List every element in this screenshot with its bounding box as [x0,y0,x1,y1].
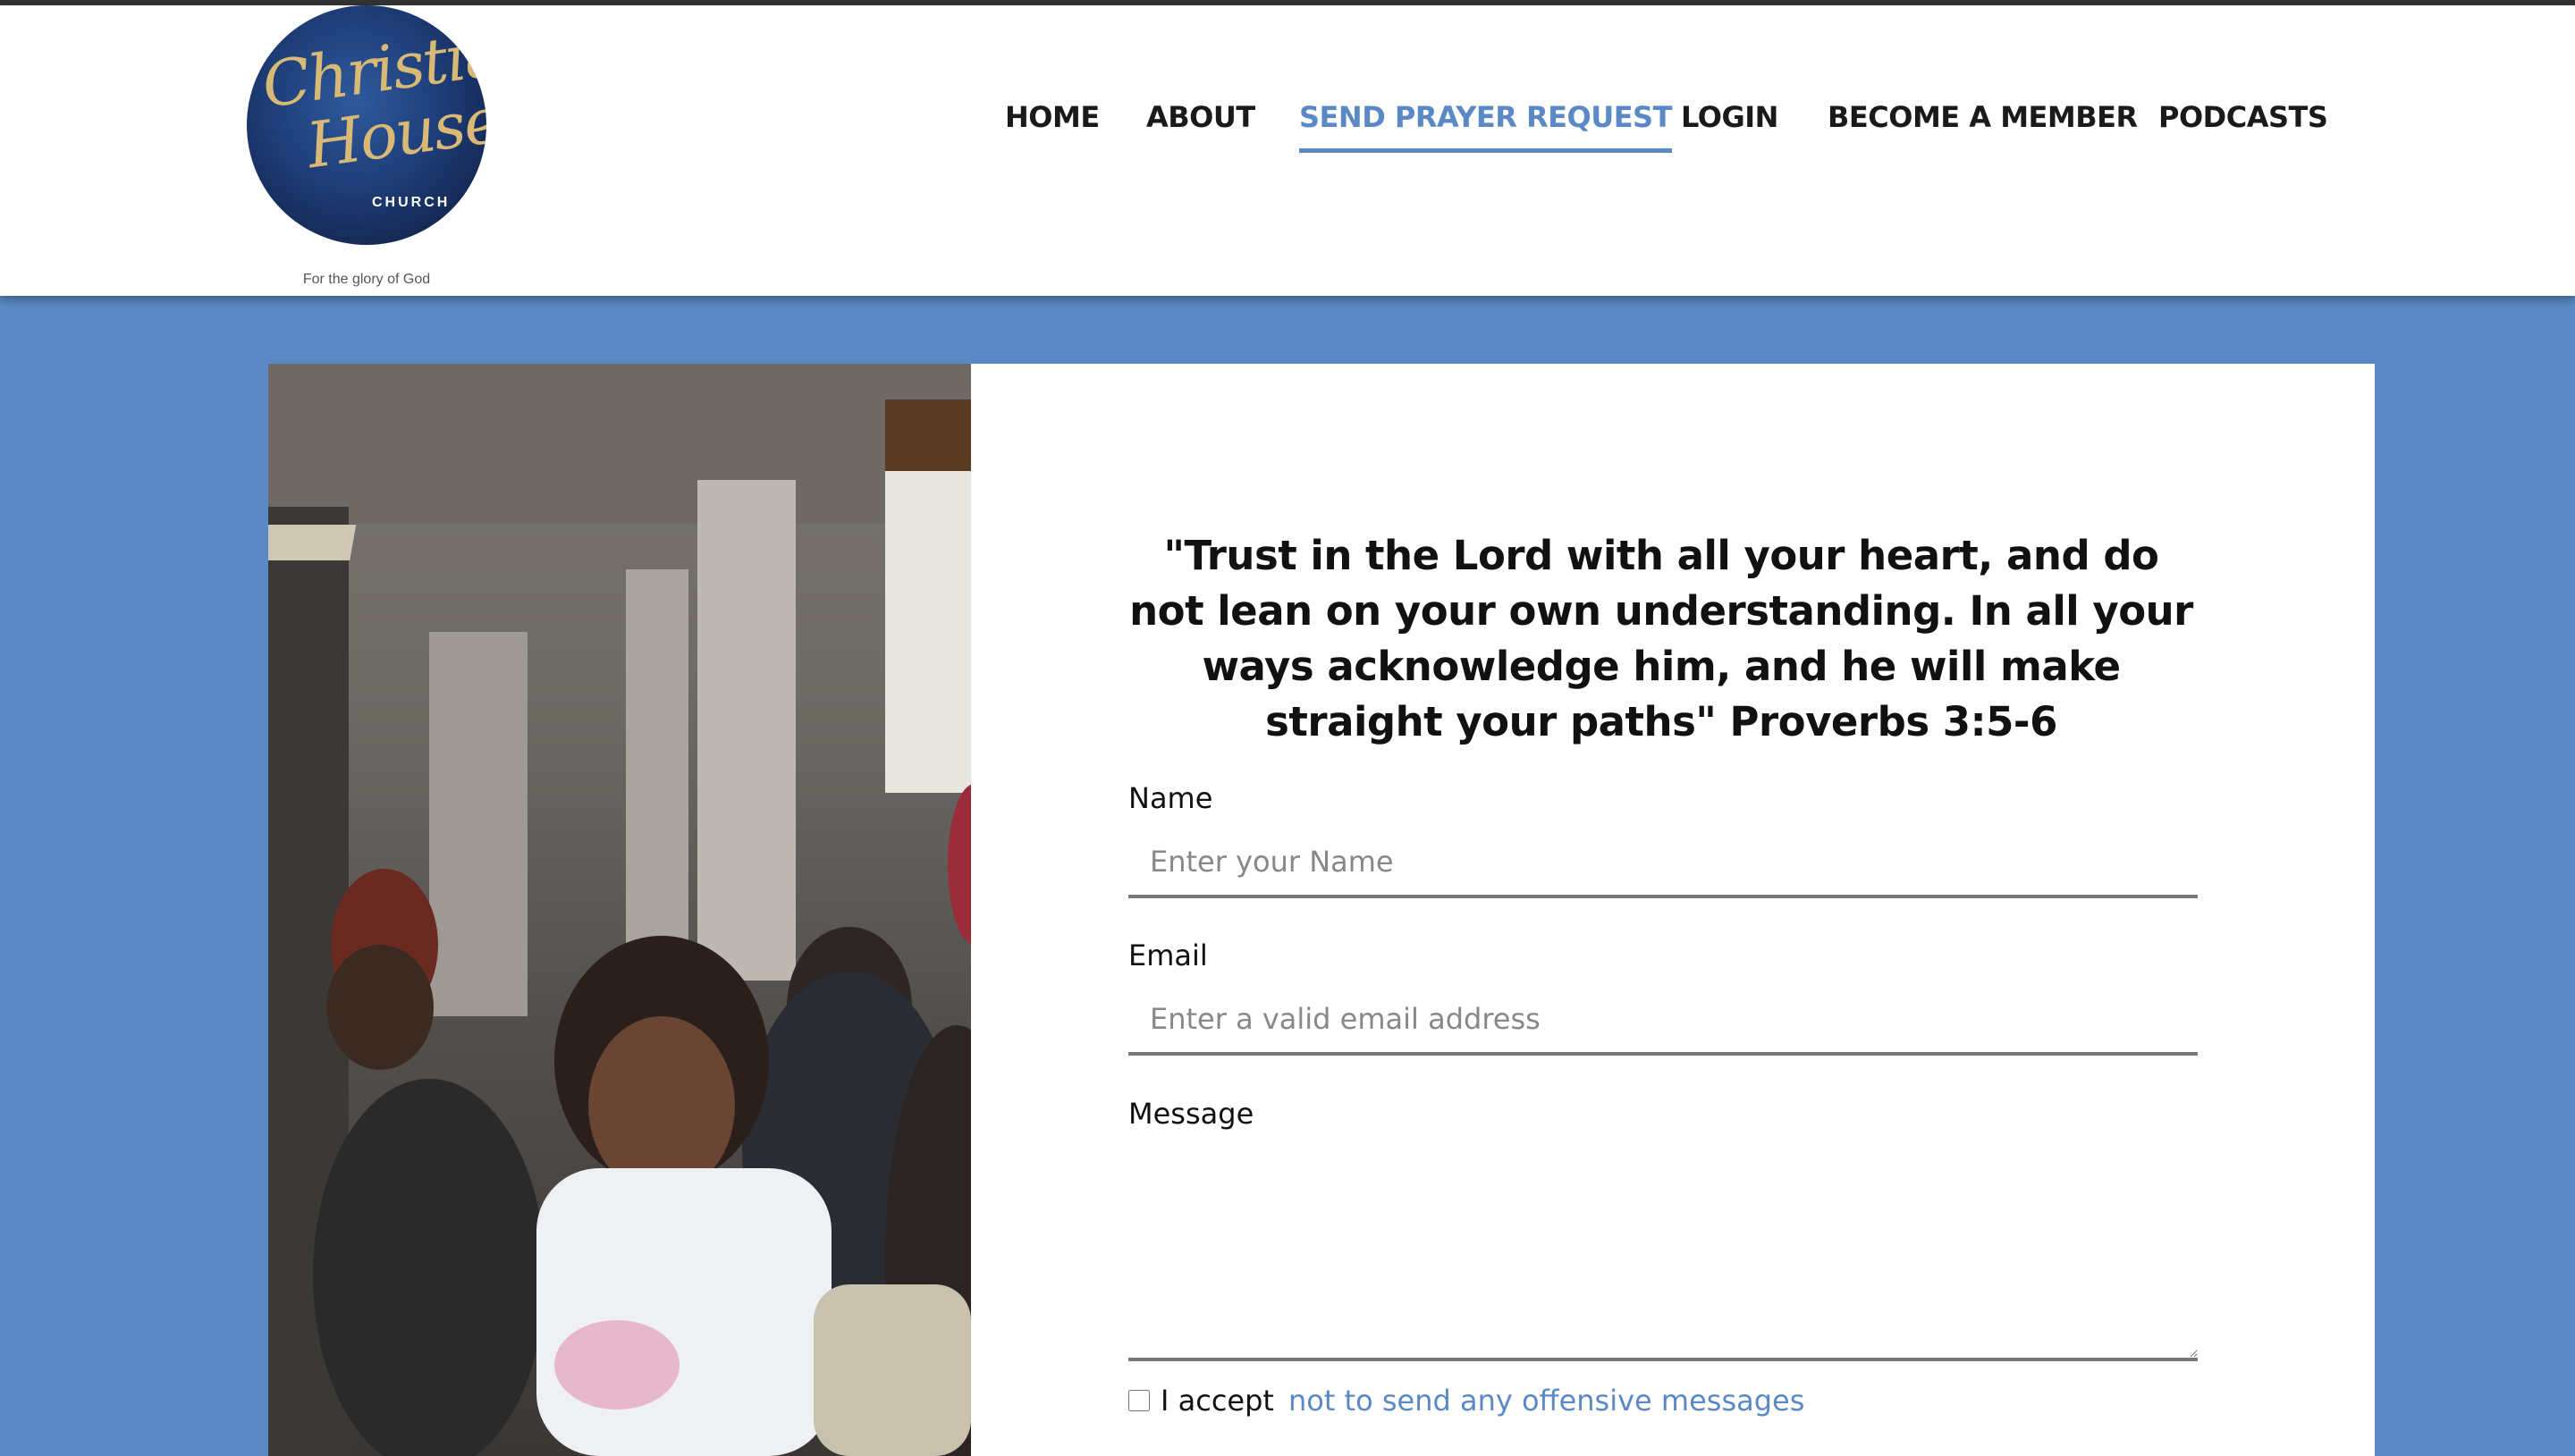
prayer-request-card: "Trust in the Lord with all your heart, … [971,364,2375,1456]
nav-item-become-a-member[interactable]: BECOME A MEMBER [1828,100,2138,134]
name-label: Name [1128,781,1213,815]
email-input[interactable] [1128,986,2198,1056]
church-logo[interactable]: Christian House CHURCH [247,5,486,245]
nav-item-home[interactable]: HOME [1005,100,1100,134]
nav-item-send-prayer-request[interactable]: SEND PRAYER REQUEST [1299,100,1672,153]
message-textarea[interactable] [1128,1150,2198,1361]
name-input[interactable] [1128,829,2198,898]
accept-terms-link[interactable]: not to send any offensive messages [1288,1384,1804,1418]
accept-checkbox[interactable] [1128,1390,1150,1411]
logo-script-text: Christian House [258,11,486,184]
prayer-photo [268,364,971,1456]
site-header: Christian House CHURCH For the glory of … [0,5,2575,296]
accept-label: I accept [1161,1384,1274,1418]
email-label: Email [1128,938,1208,972]
accept-terms-row: I accept not to send any offensive messa… [1128,1383,1804,1418]
message-label: Message [1128,1097,1254,1131]
nav-item-login[interactable]: LOGIN [1681,100,1778,134]
nav-item-podcasts[interactable]: PODCASTS [2158,100,2328,134]
logo-subtitle: CHURCH [372,195,451,210]
logo-tagline: For the glory of God [302,272,431,287]
scripture-verse: "Trust in the Lord with all your heart, … [1129,532,2193,745]
nav-item-about[interactable]: ABOUT [1146,100,1255,134]
